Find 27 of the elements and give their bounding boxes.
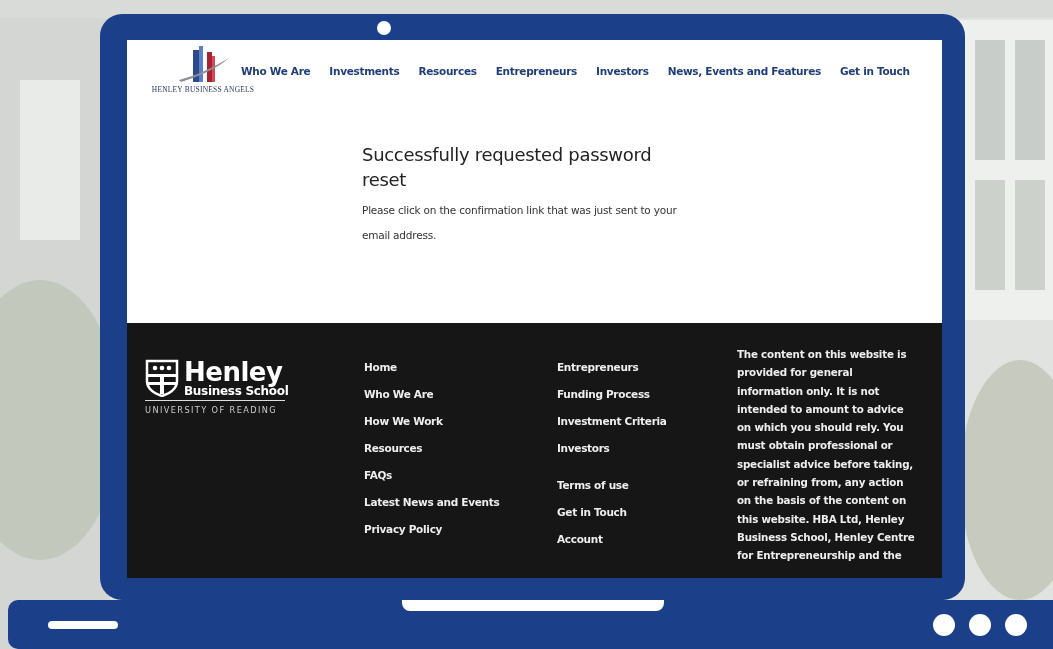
footer-link[interactable]: Privacy Policy <box>364 521 557 537</box>
footer-link[interactable]: Entrepreneurs <box>557 359 737 375</box>
nav-link[interactable]: Investors <box>596 64 649 80</box>
footer-link[interactable]: Investors <box>557 440 737 456</box>
nav-link[interactable]: News, Events and Features <box>667 64 821 80</box>
footer-link[interactable]: Who We Are <box>364 386 557 402</box>
nav-link[interactable]: Entrepreneurs <box>495 64 578 80</box>
footer-link[interactable]: How We Work <box>364 413 557 429</box>
university-name: UNIVERSITY OF READING <box>145 400 285 417</box>
nav-link[interactable]: Investments <box>329 64 400 80</box>
footer-link[interactable]: Resources <box>364 440 557 456</box>
nav-link[interactable]: Resources <box>418 64 477 80</box>
school-name: Henley <box>184 359 283 385</box>
footer-link[interactable]: Funding Process <box>557 386 737 402</box>
footer-link[interactable]: Get in Touch <box>557 504 737 520</box>
footer-link[interactable]: Terms of use <box>557 477 737 493</box>
school-subtitle: Business School <box>184 385 289 398</box>
nav-link[interactable]: Get in Touch <box>839 64 910 80</box>
message-text: Please click on the confirmation link that was just sent to your email address. <box>362 203 678 243</box>
footer-link[interactable]: Investment Criteria <box>557 413 737 429</box>
footer-link[interactable]: Home <box>364 359 557 375</box>
page-heading: Successfully requested password reset <box>362 143 653 192</box>
footer-link[interactable]: Latest News and Events <box>364 494 557 510</box>
footer-link[interactable]: Account <box>557 531 737 547</box>
footer-link[interactable]: FAQs <box>364 467 557 483</box>
disclaimer-text: The content on this website is provided for general information only. It is not intended to amount to advice on which you should rely. You must obtain professional or specialist advice before taking, or refraining from, any action on the basis of the content on this website. HBA Ltd, Henley Business School, Henley Centre for Entrepreneurship and the <box>737 347 916 564</box>
nav-link[interactable]: Who We Are <box>241 64 311 80</box>
